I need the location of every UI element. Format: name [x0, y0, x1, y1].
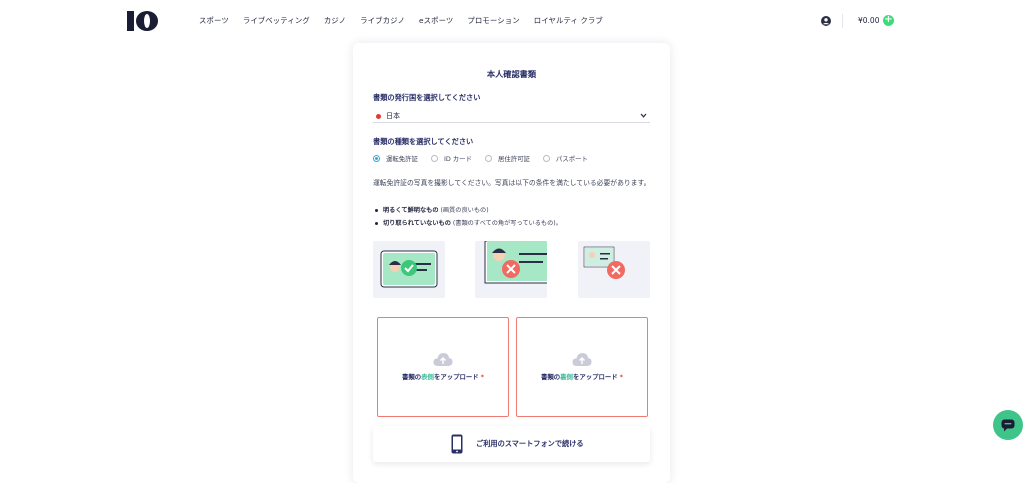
chevron-down-icon: [640, 113, 647, 118]
header-divider: [842, 14, 843, 28]
radio-residence-permit[interactable]: 居住許可証: [484, 154, 530, 163]
cloud-upload-icon: [572, 353, 592, 366]
country-label: 書類の発行国を選択してください: [373, 93, 481, 102]
example-cropped-photo: [475, 241, 547, 298]
nav-casino[interactable]: カジノ: [324, 15, 346, 26]
brand-logo[interactable]: [127, 10, 159, 32]
bullet-dot: [375, 208, 378, 212]
good-photo-illustration: [380, 250, 438, 288]
upload-back-button[interactable]: 書類の裏側をアップロード *: [516, 317, 648, 417]
radio-passport[interactable]: パスポート: [542, 154, 588, 163]
user-circle-icon[interactable]: [821, 16, 831, 26]
chat-support-button[interactable]: [993, 410, 1023, 440]
nav-live-casino[interactable]: ライブカジノ: [360, 15, 405, 26]
main-nav: スポーツ ライブベッティング カジノ ライブカジノ eスポーツ プロモーション …: [199, 15, 617, 26]
balance-amount[interactable]: ¥0.00: [858, 16, 879, 25]
chat-bubble-icon: [1001, 419, 1015, 432]
verification-card: 本人確認書類 書類の発行国を選択してください 日本 書類の種類を選択してください…: [353, 43, 670, 483]
add-funds-button[interactable]: +: [883, 15, 894, 26]
doc-type-radio-group: 運転免許証 ID カード 居住許可証 パスポート: [373, 154, 601, 163]
requirement-uncropped: 切り取られていないもの (書類のすべての角が写っているもの)。: [375, 218, 562, 227]
requirement-bright: 明るくて鮮明なもの (画質の良いもの): [375, 205, 489, 214]
example-blurry-photo: [578, 241, 650, 298]
country-value: 日本: [386, 112, 400, 120]
nav-loyalty-club[interactable]: ロイヤルティ クラブ: [534, 15, 603, 26]
doc-type-label: 書類の種類を選択してください: [373, 137, 474, 146]
blurry-photo-illustration: [583, 246, 625, 279]
continue-on-phone-label: ご利用のスマートフォンで続ける: [476, 439, 584, 448]
nav-promotions[interactable]: プロモーション: [467, 15, 519, 26]
radio-indicator[interactable]: [542, 155, 550, 162]
radio-id-card[interactable]: ID カード: [430, 154, 472, 163]
radio-drivers-license[interactable]: 運転免許証: [373, 154, 418, 163]
radio-indicator[interactable]: [373, 155, 380, 162]
top-header: スポーツ ライブベッティング カジノ ライブカジノ eスポーツ プロモーション …: [0, 0, 1024, 42]
example-good-photo: [373, 241, 445, 298]
photo-instructions: 運転免許証の写真を撮影してください。写真は以下の条件を満たしている必要があります…: [373, 179, 651, 187]
nav-esports[interactable]: eスポーツ: [419, 15, 453, 26]
cloud-upload-icon: [433, 353, 453, 366]
upload-back-label: 書類の裏側をアップロード *: [540, 373, 624, 381]
cropped-photo-illustration: [484, 241, 547, 284]
upload-front-label: 書類の表側をアップロード *: [401, 373, 485, 381]
upload-front-button[interactable]: 書類の表側をアップロード *: [377, 317, 509, 417]
radio-indicator[interactable]: [430, 155, 438, 162]
continue-on-phone-button[interactable]: ご利用のスマートフォンで続ける: [373, 426, 650, 462]
nav-sports[interactable]: スポーツ: [199, 15, 229, 26]
smartphone-icon: [451, 434, 463, 454]
card-title: 本人確認書類: [486, 69, 537, 79]
country-select[interactable]: 日本: [373, 110, 650, 123]
bullet-dot: [375, 221, 378, 225]
radio-indicator[interactable]: [484, 155, 492, 162]
japan-flag-icon: [376, 114, 381, 119]
nav-live-betting[interactable]: ライブベッティング: [243, 15, 310, 26]
